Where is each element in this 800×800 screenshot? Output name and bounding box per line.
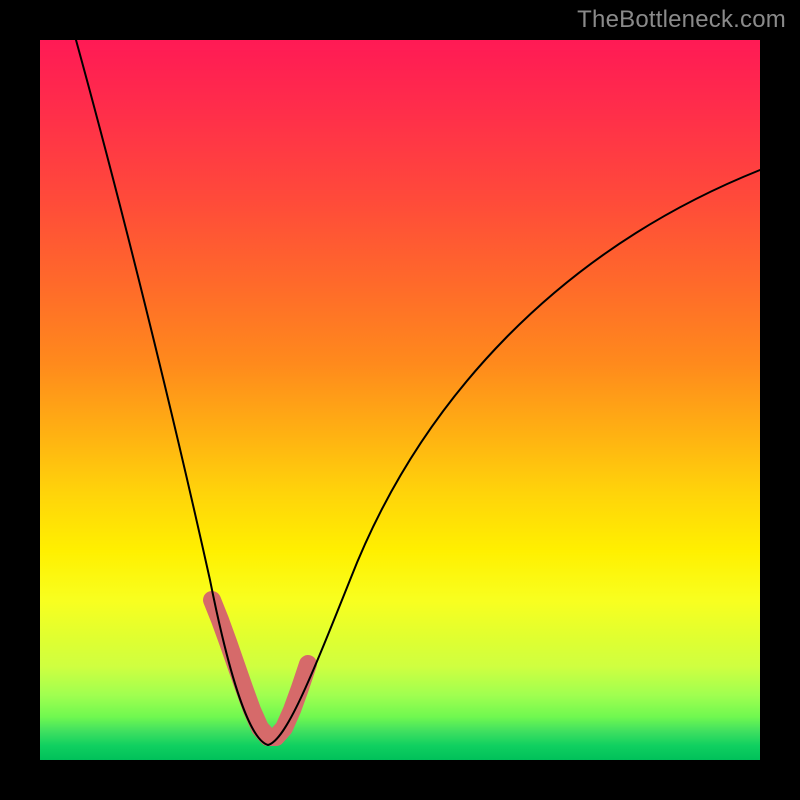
bottleneck-curve: [40, 40, 760, 760]
chart-frame: TheBottleneck.com: [0, 0, 800, 800]
main-curve: [76, 40, 760, 745]
watermark-text: TheBottleneck.com: [577, 6, 786, 34]
plot-area: [40, 40, 760, 760]
highlight-segment: [212, 600, 308, 737]
